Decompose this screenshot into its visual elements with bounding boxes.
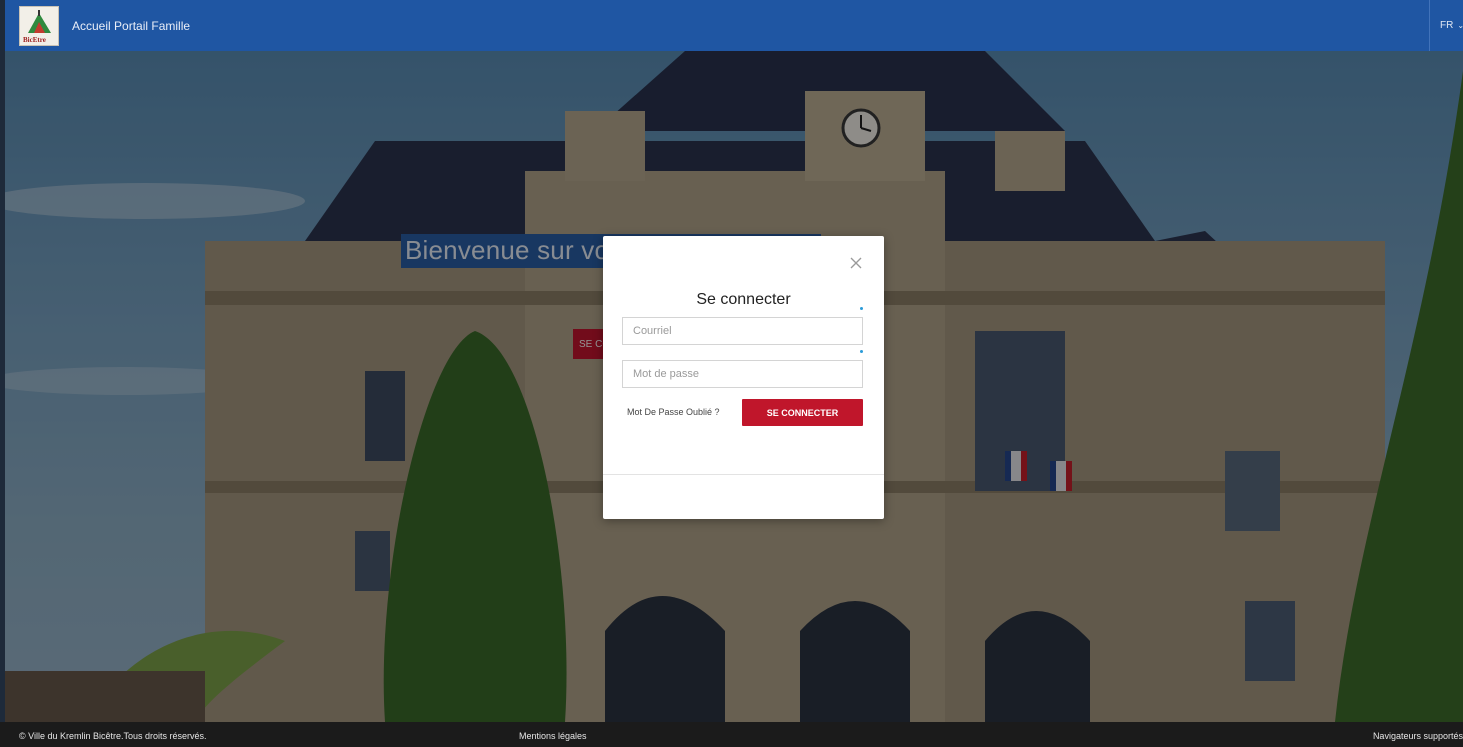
required-indicator-icon: [860, 350, 863, 353]
forgot-password-link[interactable]: Mot De Passe Oublié ?: [627, 407, 720, 417]
modal-footer-divider: [603, 474, 884, 475]
close-icon[interactable]: [849, 256, 863, 270]
chevron-down-icon: ⌄: [1457, 21, 1463, 30]
language-selector[interactable]: FR ⌄: [1429, 0, 1463, 51]
city-logo[interactable]: BicEtre: [19, 5, 59, 46]
supported-browsers-link[interactable]: Navigateurs supportés: [1373, 731, 1463, 741]
page-footer: © Ville du Kremlin Bicêtre.Tous droits r…: [0, 722, 1463, 747]
copyright-text: © Ville du Kremlin Bicêtre.Tous droits r…: [19, 731, 207, 741]
legal-notice-link[interactable]: Mentions légales: [519, 731, 587, 741]
login-submit-button[interactable]: SE CONNECTER: [742, 399, 863, 426]
login-title: Se connecter: [696, 291, 791, 308]
app-title[interactable]: Accueil Portail Famille: [72, 19, 190, 33]
required-indicator-icon: [860, 307, 863, 310]
language-label: FR: [1440, 20, 1454, 31]
email-field[interactable]: [622, 317, 863, 345]
password-field[interactable]: [622, 360, 863, 388]
top-navbar: BicEtre Accueil Portail Famille FR ⌄: [5, 0, 1463, 51]
logo-text: BicEtre: [23, 35, 46, 44]
login-modal: Se connecter Mot De Passe Oublié ? SE CO…: [603, 236, 884, 519]
